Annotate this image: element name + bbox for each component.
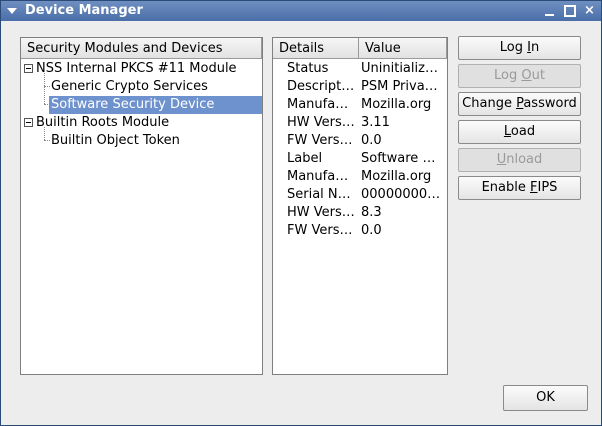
button-label: Change — [462, 96, 517, 111]
table-row[interactable]: Manufac… Mozilla.org — [273, 96, 447, 114]
button-label: ut — [531, 68, 545, 83]
detail-key: FW Versi… — [287, 133, 355, 148]
close-icon[interactable]: × — [582, 3, 597, 18]
button-label: Enable — [481, 180, 530, 195]
detail-key: Label — [287, 151, 323, 166]
tree-item-nss-internal-module[interactable]: NSS Internal PKCS #11 Module — [21, 60, 262, 78]
detail-key: HW Versi… — [287, 205, 355, 220]
tree-item-label: NSS Internal PKCS #11 Module — [36, 61, 237, 76]
button-label: Log — [499, 40, 528, 55]
detail-key: Serial Nu… — [287, 187, 355, 202]
table-row[interactable]: FW Versi… 0.0 — [273, 132, 447, 150]
maximize-icon[interactable] — [562, 3, 577, 18]
enable-fips-button[interactable]: Enable FIPS — [458, 176, 581, 200]
detail-value: 00000000… — [361, 187, 441, 202]
title-bar[interactable]: Device Manager × — [1, 1, 601, 21]
table-row[interactable]: Serial Nu… 00000000… — [273, 186, 447, 204]
detail-key: Descripti… — [287, 79, 355, 94]
detail-key: HW Versi… — [287, 115, 355, 130]
button-label: IPS — [537, 180, 558, 195]
ok-button[interactable]: OK — [503, 385, 588, 411]
security-modules-tree[interactable]: Security Modules and Devices NSS Interna… — [20, 37, 263, 375]
button-label: nload — [506, 152, 543, 167]
table-row[interactable]: Manufac… Mozilla.org — [273, 168, 447, 186]
details-table[interactable]: Details Value Status Uninitialized Descr… — [272, 37, 448, 375]
tree-item-builtin-roots-module[interactable]: Builtin Roots Module — [21, 114, 262, 132]
detail-value: Mozilla.org — [361, 97, 432, 112]
tree-item-label: Builtin Object Token — [51, 133, 180, 148]
button-label: Log — [494, 68, 522, 83]
tree-item-software-security-device[interactable]: Software Security Device — [21, 96, 262, 114]
button-label-accel: U — [496, 152, 507, 167]
minimize-icon[interactable] — [542, 3, 557, 18]
table-row[interactable]: Label Software S… — [273, 150, 447, 168]
button-label-accel: O — [521, 68, 532, 83]
table-row[interactable]: HW Versi… 3.11 — [273, 114, 447, 132]
window-title: Device Manager — [25, 3, 143, 18]
button-label: assword — [523, 96, 577, 111]
detail-value: 3.11 — [361, 115, 390, 130]
detail-value: PSM Privat… — [361, 79, 441, 94]
change-password-button[interactable]: Change Password — [458, 92, 581, 116]
detail-key: Manufac… — [287, 169, 355, 184]
detail-value: 0.0 — [361, 223, 382, 238]
table-row[interactable]: Status Uninitialized — [273, 60, 447, 78]
value-column-header[interactable]: Value — [359, 38, 447, 59]
details-column-header[interactable]: Details — [273, 38, 359, 59]
detail-value: Software S… — [361, 151, 441, 166]
detail-key: Manufac… — [287, 97, 355, 112]
tree-item-label: Generic Crypto Services — [51, 79, 208, 94]
button-label-accel: L — [503, 124, 511, 139]
tree-item-label: Builtin Roots Module — [36, 115, 170, 130]
detail-value: 8.3 — [361, 205, 382, 220]
collapse-icon[interactable] — [24, 118, 33, 127]
log-out-button[interactable]: Log Out — [458, 64, 581, 88]
table-row[interactable]: FW Versi… 0.0 — [273, 222, 447, 240]
tree-item-generic-crypto-services[interactable]: Generic Crypto Services — [21, 78, 262, 96]
load-button[interactable]: Load — [458, 120, 581, 144]
detail-value: 0.0 — [361, 133, 382, 148]
collapse-icon[interactable] — [24, 64, 33, 73]
button-label: oad — [510, 124, 536, 139]
tree-item-builtin-object-token[interactable]: Builtin Object Token — [21, 132, 262, 150]
detail-value: Mozilla.org — [361, 169, 432, 184]
table-row[interactable]: HW Versi… 8.3 — [273, 204, 447, 222]
table-row[interactable]: Descripti… PSM Privat… — [273, 78, 447, 96]
device-manager-window: Device Manager × Security Modules and De… — [0, 0, 602, 426]
window-menu-icon[interactable] — [7, 8, 17, 14]
tree-item-label: Software Security Device — [49, 96, 262, 114]
detail-key: FW Versi… — [287, 223, 355, 238]
tree-column-header[interactable]: Security Modules and Devices — [21, 38, 262, 59]
detail-key: Status — [287, 61, 329, 76]
button-label: n — [530, 40, 540, 55]
detail-value: Uninitialized — [361, 61, 441, 76]
log-in-button[interactable]: Log In — [458, 36, 581, 60]
unload-button[interactable]: Unload — [458, 148, 581, 172]
